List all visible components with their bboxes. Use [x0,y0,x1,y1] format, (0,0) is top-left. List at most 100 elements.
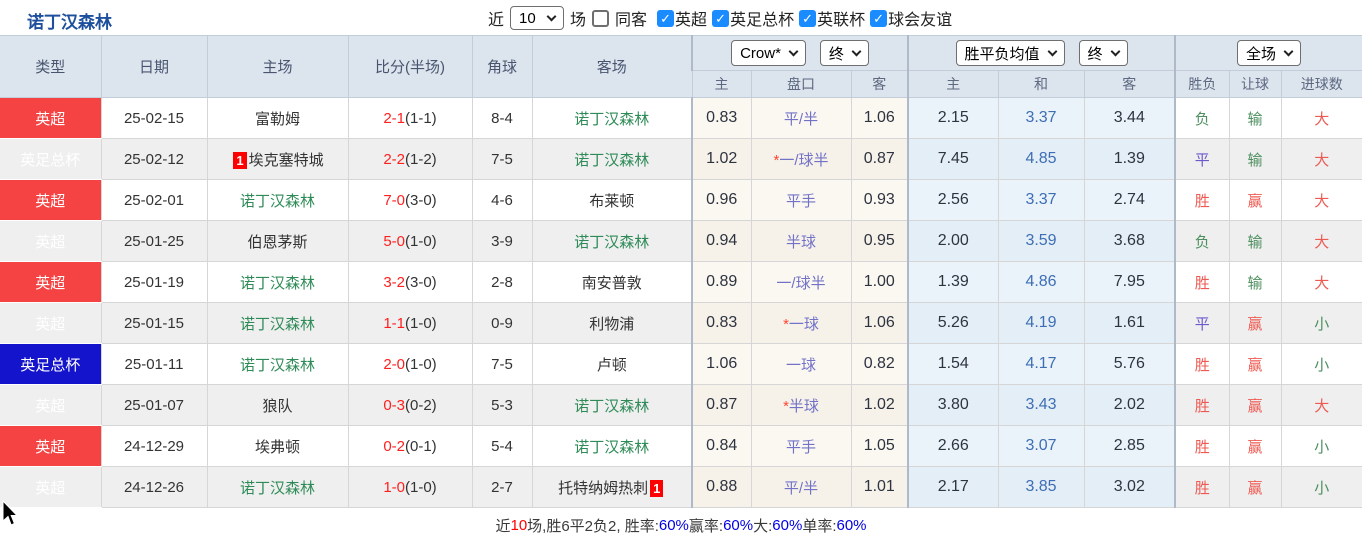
chevron-down-icon [1283,46,1294,57]
sub-header-avg-draw: 和 [997,70,1085,98]
handicap-result-cell: 输 [1228,97,1282,139]
crow-home-odds: 0.94 [691,220,752,262]
sub-header-goals: 进球数 [1280,70,1362,98]
same-opponent-checkbox[interactable] [592,9,610,27]
halftime-score: (1-0) [405,232,437,250]
sub-header-avg-win: 主 [907,70,999,98]
odds-time-select[interactable]: 终 [819,40,869,66]
corner-cell: 5-4 [471,425,533,467]
home-team-name: 诺丁汉森林 [239,274,315,292]
corner-cell: 7-5 [471,138,533,180]
league-filter-checkbox[interactable] [712,9,730,27]
odds-source-value: Crow* [740,44,781,62]
col-header-corner: 角球 [471,35,533,98]
handicap-cell: 平手 [750,425,852,467]
crow-home-odds: 0.83 [691,97,752,139]
home-team-cell: 诺丁汉森林 [206,302,349,344]
result-cell: 负 [1174,97,1230,139]
fulltime-score: 5-0 [383,232,405,250]
league-filter-label: 英联杯 [817,12,866,29]
crow-away-odds: 0.93 [850,179,909,221]
chevron-down-icon [1110,46,1120,57]
footer-text-part: 60% [772,517,803,534]
handicap-result-cell: 赢 [1228,343,1282,385]
avg-lose-odds: 3.44 [1083,97,1176,139]
avg-draw-odds: 4.85 [997,138,1085,180]
goals-result-cell: 小 [1280,343,1362,385]
scope-select[interactable]: 全场 [1237,40,1302,66]
avg-lose-odds: 1.61 [1083,302,1176,344]
away-team-cell: 诺丁汉森林 [531,138,693,180]
crow-away-odds: 0.95 [850,220,909,262]
home-team-name: 埃克塞特城 [248,151,324,169]
home-team-name: 诺丁汉森林 [239,356,315,374]
avg-type-select[interactable]: 胜平负均值 [955,40,1065,66]
type-cell: 英超 [0,179,102,221]
date-cell: 24-12-26 [100,466,208,508]
goals-result-cell: 小 [1280,302,1362,344]
away-team-cell: 诺丁汉森林 [531,425,693,467]
group-header-crow-odds: Crow* 终 [690,35,909,71]
handicap-cell: 平/半 [750,97,852,139]
corner-cell: 5-3 [471,384,533,426]
score-cell: 2-0(1-0) [347,343,473,385]
avg-lose-odds: 2.02 [1083,384,1176,426]
group-header-results: 全场 [1174,35,1362,71]
crow-home-odds: 0.89 [691,261,752,303]
crow-away-odds: 0.82 [850,343,909,385]
halftime-score: (1-2) [405,150,437,168]
handicap-result-cell: 输 [1228,220,1282,262]
goals-result-cell: 大 [1280,220,1362,262]
match-row: 英超 25-02-01 诺丁汉森林 7-0(3-0) 4-6 布莱顿 0.96 平手 0.93 2… [0,179,1362,221]
home-team-name: 诺丁汉森林 [239,315,315,333]
footer-text-part: 近 [495,518,511,535]
match-row: 英足总杯 25-02-12 1 埃克塞特城 2-2(1-2) 7-5 诺丁汉森林 1.02 *一… [0,138,1362,180]
league-filter-checkbox[interactable] [799,9,817,27]
score-cell: 7-0(3-0) [347,179,473,221]
goals-result-cell: 大 [1280,138,1362,180]
match-row: 英超 24-12-26 诺丁汉森林 1-0(1-0) 2-7 托特纳姆热刺 1 0.88 平/半… [0,466,1362,508]
halftime-score: (0-2) [405,396,437,414]
score-cell: 1-1(1-0) [347,302,473,344]
league-filter-checkbox[interactable] [657,9,675,27]
handicap-cell: *半球 [750,384,852,426]
date-cell: 25-01-11 [100,343,208,385]
halftime-score: (1-0) [405,314,437,332]
halftime-score: (0-1) [405,437,437,455]
fulltime-score: 2-0 [383,355,405,373]
match-count-select[interactable]: 10 [510,6,565,30]
handicap-text: 平手 [785,438,816,456]
corner-cell: 7-5 [471,343,533,385]
goals-result-cell: 大 [1280,179,1362,221]
avg-time-select[interactable]: 终 [1078,40,1128,66]
league-filter-checkbox[interactable] [870,9,888,27]
handicap-result-cell: 赢 [1228,302,1282,344]
league-filter-label: 英足总杯 [730,12,795,29]
avg-draw-odds: 4.17 [997,343,1085,385]
avg-draw-odds: 3.37 [997,97,1085,139]
away-team-cell: 诺丁汉森林 [531,220,693,262]
home-team-cell: 埃弗顿 [206,425,349,467]
corner-cell: 0-9 [471,302,533,344]
goals-result-cell: 小 [1280,466,1362,508]
match-row: 英超 25-02-15 富勒姆 2-1(1-1) 8-4 诺丁汉森林 0.83 平/半 1.06… [0,97,1362,139]
away-team-cell: 利物浦 [531,302,693,344]
avg-win-odds: 2.17 [907,466,999,508]
corner-cell: 4-6 [471,179,533,221]
odds-source-select[interactable]: Crow* [731,40,806,66]
sub-header-avg-lose: 客 [1083,70,1176,98]
home-team-cell: 伯恩茅斯 [206,220,349,262]
handicap-text: 半球 [788,397,819,415]
score-cell: 1-0(1-0) [347,466,473,508]
crow-away-odds: 1.06 [850,302,909,344]
footer-text-part: 场,胜6平2负2, 胜率: [527,518,659,535]
handicap-cell: 半球 [750,220,852,262]
avg-type-value: 胜平负均值 [964,45,1040,63]
handicap-cell: 一/球半 [750,261,852,303]
result-cell: 胜 [1174,384,1230,426]
date-cell: 25-01-15 [100,302,208,344]
sub-header-handicap: 盘口 [750,70,852,98]
handicap-result-cell: 输 [1228,261,1282,303]
away-team-name: 诺丁汉森林 [574,151,650,169]
crow-away-odds: 0.87 [850,138,909,180]
